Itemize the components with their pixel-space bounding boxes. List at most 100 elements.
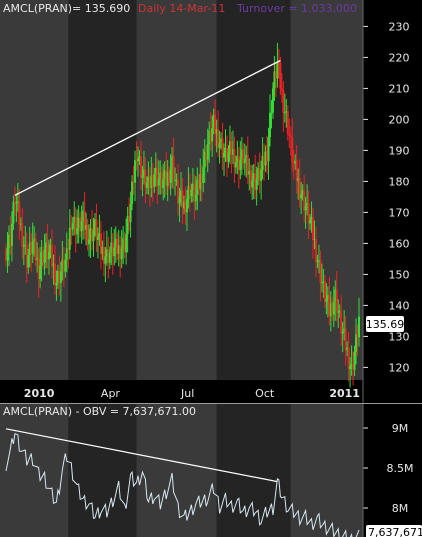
candle-body: [55, 282, 58, 286]
candle-body: [320, 282, 323, 284]
symbol-price-label: AMCL(PRAN)= 135.690: [3, 2, 130, 15]
candle-body: [120, 248, 123, 259]
candle-body: [113, 247, 116, 257]
candle-body: [139, 156, 142, 178]
period-band: [68, 0, 137, 380]
candle-body: [270, 112, 273, 114]
candle-body: [309, 220, 312, 224]
obv-last-value-badge: 7,637,671: [366, 525, 422, 537]
time-axis: 2010 Apr Jul Oct 2011: [24, 387, 360, 400]
x-tick-label: Apr: [101, 387, 121, 400]
candle-body: [344, 328, 347, 351]
obv-tick-label: 8M: [392, 502, 409, 515]
candle-body: [96, 236, 99, 240]
candle-body: [21, 223, 24, 247]
candle-body: [194, 194, 197, 202]
candle-body: [169, 169, 172, 183]
candle-body: [27, 255, 30, 268]
candle-body: [48, 252, 51, 260]
candle-body: [125, 234, 128, 253]
candle-body: [6, 247, 9, 261]
candle-body: [260, 169, 263, 181]
x-tick-label: 2011: [329, 387, 360, 400]
candle-body: [291, 137, 294, 163]
candle-body: [349, 366, 352, 369]
candle-body: [255, 179, 258, 191]
candle-body: [157, 179, 160, 186]
candle-body: [145, 182, 148, 188]
period-band: [0, 0, 69, 380]
y-tick-label: 160: [389, 237, 410, 250]
candle-body: [104, 256, 107, 264]
y-tick-label: 170: [389, 206, 410, 219]
y-tick-label: 120: [389, 361, 410, 374]
y-tick-label: 150: [389, 268, 410, 281]
candle-body: [335, 289, 338, 313]
candle-body: [129, 204, 132, 223]
candle-body: [76, 227, 79, 235]
candle-body: [223, 152, 226, 158]
candle-body: [71, 223, 74, 230]
candle-body: [211, 128, 214, 142]
candle-body: [12, 201, 15, 224]
candle-body: [269, 112, 272, 138]
y-tick-label: 200: [389, 113, 410, 126]
candle-body: [288, 134, 291, 136]
candle-body: [80, 221, 83, 232]
candle-body: [43, 249, 46, 263]
candle-body: [280, 88, 283, 91]
obv-last-value: 7,637,671: [368, 526, 422, 537]
y-tick-label: 130: [389, 330, 410, 343]
candle-body: [267, 137, 270, 162]
candle-body: [92, 230, 95, 242]
candle-body: [153, 174, 156, 187]
candle-body: [65, 248, 68, 260]
candle-body: [312, 217, 315, 240]
y-tick-label: 230: [389, 20, 410, 33]
period-band: [68, 404, 137, 537]
candle-body: [332, 302, 335, 315]
candle-body: [22, 245, 25, 247]
candle-body: [271, 88, 274, 113]
candle-body: [53, 263, 56, 286]
obv-axis: 8M 8.5M 9M: [362, 404, 414, 537]
x-tick-label: Jul: [180, 387, 194, 400]
candle-body: [304, 206, 307, 211]
obv-tick-label: 9M: [392, 422, 409, 435]
candle-body: [137, 158, 140, 162]
candle-body: [325, 298, 328, 302]
candle-body: [340, 310, 343, 334]
obv-tick-label: 8.5M: [387, 462, 414, 475]
candle-body: [31, 241, 34, 254]
candle-body: [185, 199, 188, 213]
candle-body: [251, 180, 254, 188]
candle-body: [243, 159, 246, 164]
candle-body: [239, 159, 242, 170]
candle-body: [10, 223, 13, 246]
candle-body: [227, 151, 230, 162]
last-price-value: 135.69: [366, 318, 405, 331]
y-tick-label: 220: [389, 51, 410, 64]
candle-body: [68, 227, 71, 250]
obv-panel-background: [0, 404, 363, 537]
period-band: [290, 404, 363, 537]
candle-body: [190, 189, 193, 197]
candle-body: [341, 331, 344, 334]
candle-body: [314, 239, 317, 262]
chart-window: 120 130 140 150 160 170 180 190 200 210 220 230 201…: [0, 0, 422, 537]
candle-body: [289, 135, 292, 138]
candle-body: [279, 63, 282, 89]
candle-body: [347, 347, 350, 369]
candle-body: [206, 144, 209, 160]
candle-body: [202, 167, 205, 183]
candle-body: [15, 202, 18, 204]
candle-body: [134, 160, 137, 183]
candle-body: [162, 179, 165, 188]
candle-body: [319, 260, 322, 284]
candle-body: [178, 197, 181, 204]
last-price-badge: 135.69: [366, 316, 405, 332]
period-label: Daily 14-Mar-11: [138, 2, 225, 15]
period-band: [0, 404, 69, 537]
candle-body: [39, 265, 42, 280]
candle-body: [337, 311, 340, 313]
